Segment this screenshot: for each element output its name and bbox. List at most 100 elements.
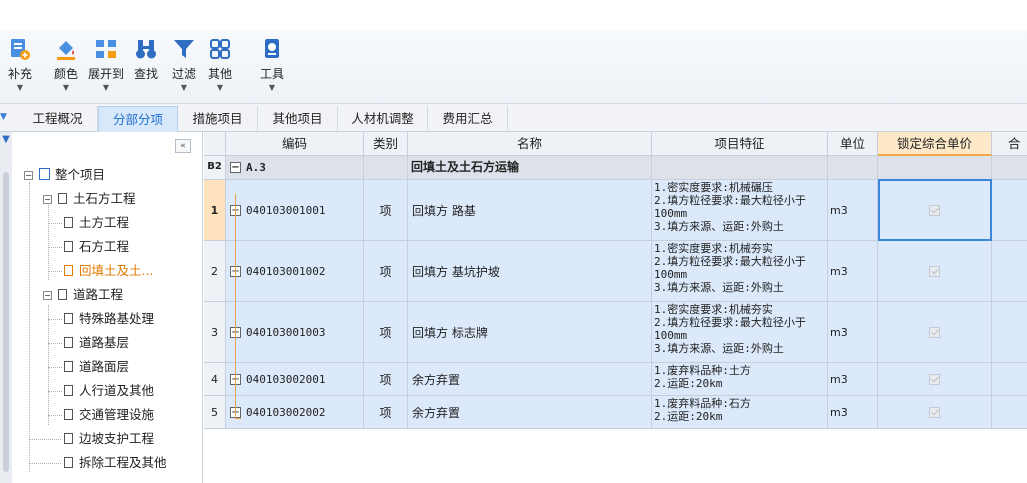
- tree-item-earthwork[interactable]: − 土石方工程: [43, 189, 136, 209]
- collapse-icon[interactable]: −: [230, 162, 241, 173]
- chevron-down-icon[interactable]: ▼: [252, 83, 292, 92]
- table-row-code[interactable]: +040103002001: [226, 363, 364, 396]
- chevron-down-icon[interactable]: ▼: [86, 83, 126, 92]
- chevron-down-icon[interactable]: ▼: [164, 83, 204, 92]
- title-strip: [0, 0, 1027, 30]
- tab-division-items[interactable]: 分部分项: [98, 106, 178, 132]
- lock-price-checkbox-cell[interactable]: [878, 302, 992, 363]
- tools-button[interactable]: 工具 ▼: [252, 36, 292, 98]
- tree-root[interactable]: − 整个项目: [24, 165, 105, 185]
- tree-item-stone-work[interactable]: 石方工程: [64, 237, 129, 257]
- header-features[interactable]: 项目特征: [652, 132, 828, 156]
- table-row-code[interactable]: +040103002002: [226, 396, 364, 429]
- tree-item-road-base[interactable]: 道路基层: [64, 333, 129, 353]
- tree-item-sidewalk[interactable]: 人行道及其他: [64, 381, 154, 401]
- tab-other-items[interactable]: 其他项目: [258, 106, 338, 132]
- table-row-number[interactable]: 2: [204, 241, 226, 302]
- table-row-code[interactable]: +040103001003: [226, 302, 364, 363]
- collapse-icon[interactable]: −: [24, 171, 33, 180]
- table-row-type[interactable]: 项: [364, 180, 408, 241]
- lock-price-checkbox-cell[interactable]: [878, 363, 992, 396]
- tab-cost-summary[interactable]: 费用汇总: [428, 106, 508, 132]
- table-row-number[interactable]: 3: [204, 302, 226, 363]
- table-row-name[interactable]: 回填方 路基: [408, 180, 652, 241]
- tree-item-road-surface[interactable]: 道路面层: [64, 357, 129, 377]
- table-row-features[interactable]: 1.密实度要求:机械碾压 2.填方粒径要求:最大粒径小于 100mm 3.填方来源、运…: [652, 180, 828, 241]
- scrollbar-thumb[interactable]: [3, 172, 9, 472]
- table-row-name[interactable]: 回填方 标志牌: [408, 302, 652, 363]
- chevron-down-icon[interactable]: ▼: [0, 112, 10, 122]
- table-row-name[interactable]: 余方弃置: [408, 363, 652, 396]
- supplement-button[interactable]: 补充 ▼: [0, 36, 40, 98]
- tree-item-earth-work[interactable]: 土方工程: [64, 213, 129, 233]
- document-icon: [58, 289, 67, 300]
- pin-icon[interactable]: ▼: [0, 134, 12, 148]
- filter-button[interactable]: 过滤 ▼: [164, 36, 204, 98]
- find-button[interactable]: 查找: [126, 36, 166, 98]
- tree-root-label: 整个项目: [55, 167, 106, 182]
- tree-item-special-subgrade[interactable]: 特殊路基处理: [64, 309, 154, 329]
- table-row-name[interactable]: 回填方 基坑护坡: [408, 241, 652, 302]
- tree-item-road-works[interactable]: − 道路工程: [43, 285, 123, 305]
- document-icon: [58, 193, 67, 204]
- collapse-icon[interactable]: −: [43, 195, 52, 204]
- tab-project-overview[interactable]: 工程概况: [18, 106, 98, 132]
- section-row-label[interactable]: B2: [204, 156, 226, 180]
- ribbon-toolbar: 补充 ▼ 颜色 ▼ 展开到 ▼ 查找 过滤 ▼ 其他 ▼ 工具 ▼: [0, 30, 1027, 104]
- table-row-code[interactable]: +040103001002: [226, 241, 364, 302]
- tree-item-backfill[interactable]: 回填土及土...: [64, 261, 153, 281]
- table-row-type[interactable]: 项: [364, 396, 408, 429]
- section-type-cell[interactable]: [364, 156, 408, 180]
- table-row-features[interactable]: 1.密实度要求:机械夯实 2.填方粒径要求:最大粒径小于 100mm 3.填方来源、运…: [652, 302, 828, 363]
- header-name[interactable]: 名称: [408, 132, 652, 156]
- color-button[interactable]: 颜色 ▼: [46, 36, 86, 98]
- table-row-type[interactable]: 项: [364, 363, 408, 396]
- expand-to-button[interactable]: 展开到 ▼: [86, 36, 126, 98]
- tree-item-traffic-facilities[interactable]: 交通管理设施: [64, 405, 154, 425]
- lock-price-checkbox-cell[interactable]: [878, 241, 992, 302]
- table-row-type[interactable]: 项: [364, 241, 408, 302]
- table-row-number[interactable]: 4: [204, 363, 226, 396]
- tab-measure-items[interactable]: 措施项目: [178, 106, 258, 132]
- header-type[interactable]: 类别: [364, 132, 408, 156]
- header-unit[interactable]: 单位: [828, 132, 878, 156]
- other-button[interactable]: 其他 ▼: [200, 36, 240, 98]
- table-row-number[interactable]: 5: [204, 396, 226, 429]
- lock-price-checkbox[interactable]: [929, 373, 940, 385]
- lock-price-checkbox-cell[interactable]: [878, 396, 992, 429]
- table-row-number[interactable]: 1: [204, 180, 226, 241]
- table-row-name[interactable]: 余方弃置: [408, 396, 652, 429]
- section-name[interactable]: 回填土及土石方运输: [408, 156, 652, 180]
- tree-item-label: 边坡支护工程: [79, 431, 155, 446]
- table-row-unit[interactable]: m3: [828, 241, 878, 302]
- binoculars-icon: [136, 40, 156, 59]
- chevron-down-icon[interactable]: ▼: [46, 83, 86, 92]
- table-row-unit[interactable]: m3: [828, 302, 878, 363]
- header-locked-unit-price[interactable]: 锁定综合单价: [878, 132, 992, 156]
- table-row-features[interactable]: 1.密实度要求:机械夯实 2.填方粒径要求:最大粒径小于 100mm 3.填方来源、运…: [652, 241, 828, 302]
- table-row-code[interactable]: +040103001001: [226, 180, 364, 241]
- table-row-unit[interactable]: m3: [828, 396, 878, 429]
- lock-price-checkbox[interactable]: [929, 326, 940, 338]
- table-row-unit[interactable]: m3: [828, 363, 878, 396]
- table-row-features[interactable]: 1.废弃料品种:土方 2.运距:20km: [652, 363, 828, 396]
- table-row-features[interactable]: 1.废弃料品种:石方 2.运距:20km: [652, 396, 828, 429]
- tree-item-slope-support[interactable]: 边坡支护工程: [64, 429, 154, 449]
- tree-scrollbar[interactable]: ▼: [0, 132, 12, 483]
- document-icon: [64, 385, 73, 396]
- lock-price-checkbox[interactable]: [929, 406, 940, 418]
- tree-item-demolition[interactable]: 拆除工程及其他: [64, 453, 167, 473]
- table-row-unit[interactable]: m3: [828, 180, 878, 241]
- header-code[interactable]: 编码: [226, 132, 364, 156]
- section-code-cell[interactable]: − A.3: [226, 156, 364, 180]
- collapse-panel-button[interactable]: «: [175, 139, 191, 153]
- header-contract[interactable]: 合同: [992, 132, 1027, 156]
- collapse-icon[interactable]: −: [43, 291, 52, 300]
- color-bucket-icon: [57, 41, 75, 60]
- tab-labor-material-adjust[interactable]: 人材机调整: [338, 106, 428, 132]
- chevron-down-icon[interactable]: ▼: [200, 83, 240, 92]
- tree-item-label: 道路基层: [79, 335, 130, 350]
- table-row-type[interactable]: 项: [364, 302, 408, 363]
- chevron-down-icon[interactable]: ▼: [0, 83, 40, 92]
- lock-price-checkbox[interactable]: [929, 265, 940, 277]
